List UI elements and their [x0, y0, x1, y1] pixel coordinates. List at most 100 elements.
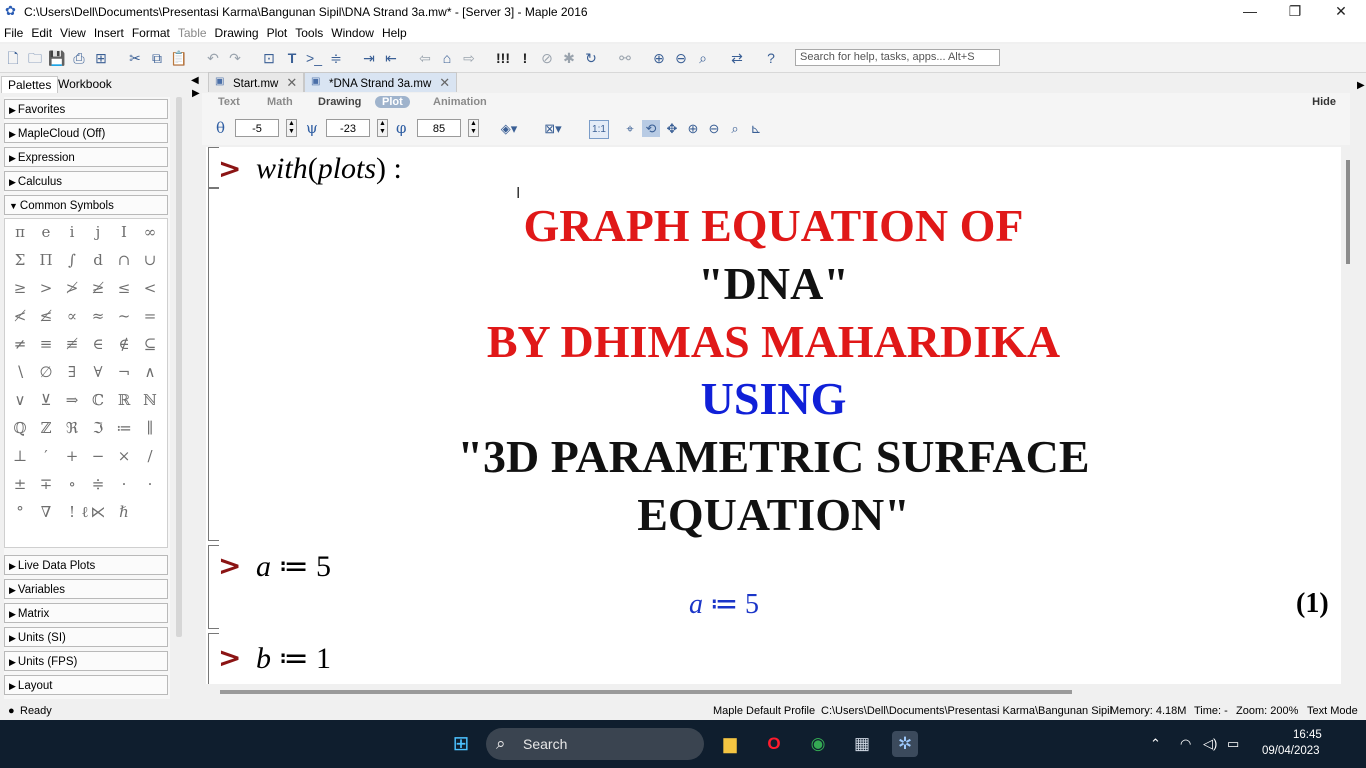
symbol-button[interactable]: ∧ [139, 361, 161, 383]
forward-icon[interactable]: ⇨ [460, 49, 478, 67]
paste-icon[interactable]: 📋 [170, 49, 188, 67]
restart-icon[interactable]: ↻ [582, 49, 600, 67]
symbol-button[interactable]: d [87, 249, 109, 271]
zoom-plot-fit-icon[interactable]: ⌕ [726, 120, 744, 137]
symbol-button[interactable]: = [139, 305, 161, 327]
symbol-button[interactable]: ⊥ [9, 445, 31, 467]
symbol-button[interactable]: ∞ [139, 221, 161, 243]
mode-drawing[interactable]: Drawing [318, 96, 361, 108]
phi-spinner[interactable]: ▲ ▼ [468, 119, 479, 137]
symbol-button[interactable]: ′ [35, 445, 57, 467]
menu-drawing[interactable]: Drawing [211, 24, 263, 40]
collapse-right-icon[interactable]: ▶ [1357, 80, 1365, 91]
symbol-button[interactable]: ℤ [35, 417, 57, 439]
palette-variables[interactable]: ▶ Variables [4, 579, 168, 599]
symbol-button[interactable]: · [113, 473, 135, 495]
mode-text[interactable]: Text [218, 96, 240, 108]
symbol-button[interactable]: ∨ [9, 389, 31, 411]
help-search-input[interactable]: Search for help, tasks, apps... Alt+S [795, 49, 1000, 66]
zoom-plot-in-icon[interactable]: ⊕ [684, 120, 702, 137]
volume-icon[interactable]: ◁) [1203, 736, 1217, 752]
symbol-button[interactable]: I [113, 221, 135, 243]
palette-calculus[interactable]: ▶ Calculus [4, 171, 168, 191]
execute-all-icon[interactable]: !!! [494, 49, 512, 67]
worksheet-document[interactable]: > with(plots) : GRAPH EQUATION OF "DNA" … [206, 147, 1341, 684]
menu-tools[interactable]: Tools [291, 24, 327, 40]
wifi-icon[interactable]: ◠ [1180, 736, 1191, 752]
copy-icon[interactable]: ⧉ [148, 49, 166, 67]
maple-app-icon[interactable]: ✲ [892, 731, 918, 757]
symbol-button[interactable]: ∖ [9, 361, 31, 383]
symbol-button[interactable]: / [139, 445, 161, 467]
symbol-button[interactable]: ℕ [139, 389, 161, 411]
symbol-button[interactable]: ≱ [87, 277, 109, 299]
symbol-button[interactable]: − [87, 445, 109, 467]
execution-group-icon[interactable]: ⊡ [260, 49, 278, 67]
symbol-button[interactable]: Π [35, 249, 57, 271]
menu-view[interactable]: View [56, 24, 90, 40]
command-with-plots[interactable]: with(plots) : [256, 152, 402, 186]
symbol-button[interactable]: ∥ [139, 417, 161, 439]
palette-layout[interactable]: ▶ Layout [4, 675, 168, 695]
symbol-button[interactable]: π [9, 221, 31, 243]
symbol-button[interactable]: ≈ [87, 305, 109, 327]
symbol-button[interactable]: ⊻ [35, 389, 57, 411]
symbol-button[interactable]: ≥ [9, 277, 31, 299]
menu-file[interactable]: File [0, 24, 27, 40]
symbol-button[interactable]: e [35, 221, 57, 243]
symbol-button[interactable]: j [87, 221, 109, 243]
symbol-button[interactable]: ∩ [113, 249, 135, 271]
collapse-arrow-icon[interactable]: ▶ [192, 88, 200, 99]
tab-start[interactable]: ▣ Start.mw ✕ [208, 72, 305, 92]
collapse-left-icon[interactable]: ◀ [191, 75, 199, 86]
symbol-button[interactable]: ℝ [113, 389, 135, 411]
windows-start-icon[interactable]: ⊞ [448, 731, 474, 757]
symbol-button[interactable]: ≔ [113, 417, 135, 439]
palette-matrix[interactable]: ▶ Matrix [4, 603, 168, 623]
command-assign-a[interactable]: a ≔ 5 [256, 549, 331, 584]
palette-units-fps[interactable]: ▶ Units (FPS) [4, 651, 168, 671]
symbol-button[interactable]: ≤ [113, 277, 135, 299]
symbol-button[interactable]: ∇ [35, 501, 57, 523]
menu-window[interactable]: Window [327, 24, 378, 40]
save-icon[interactable]: 💾 [48, 49, 66, 67]
clock-time[interactable]: 16:45 [1293, 729, 1322, 741]
palette-common-symbols[interactable]: ▼ Common Symbols [4, 195, 168, 215]
link-icon[interactable]: ⚯ [616, 49, 634, 67]
document-vertical-scrollbar[interactable] [1346, 160, 1350, 264]
palette-live-data-plots[interactable]: ▶ Live Data Plots [4, 555, 168, 575]
plot-style-icon[interactable]: ◈▾ [500, 120, 518, 137]
app-icon[interactable]: ▦ [849, 731, 875, 757]
axes-style-icon[interactable]: ⊠▾ [544, 120, 562, 137]
palette-expression[interactable]: ▶ Expression [4, 147, 168, 167]
symbol-button[interactable]: ℜ [61, 417, 83, 439]
symbol-button[interactable]: Σ [9, 249, 31, 271]
symbol-button[interactable]: ≡ [35, 333, 57, 355]
tab-workbook[interactable]: Workbook [52, 76, 118, 92]
symbol-button[interactable]: ≯ [61, 277, 83, 299]
symbol-button[interactable]: + [61, 445, 83, 467]
palette-scrollbar[interactable] [176, 97, 182, 637]
symbol-button[interactable]: · [139, 473, 161, 495]
symbol-button[interactable]: ∉ [113, 333, 135, 355]
menu-edit[interactable]: Edit [27, 24, 56, 40]
close-tab-icon[interactable]: ✕ [286, 75, 297, 90]
command-assign-b[interactable]: b ≔ 1 [256, 641, 331, 676]
theta-spinner[interactable]: ▲ ▼ [286, 119, 297, 137]
menu-help[interactable]: Help [378, 24, 411, 40]
symbol-button[interactable]: ∅ [35, 361, 57, 383]
symbol-button[interactable]: ⊆ [139, 333, 161, 355]
zoom-plot-out-icon[interactable]: ⊖ [705, 120, 723, 137]
battery-icon[interactable]: ▭ [1227, 736, 1239, 752]
outdent-icon[interactable]: ⇤ [382, 49, 400, 67]
pan-icon[interactable]: ✥ [663, 120, 681, 137]
menu-format[interactable]: Format [128, 24, 174, 40]
menu-plot[interactable]: Plot [263, 24, 292, 40]
symbol-button[interactable]: ∓ [35, 473, 57, 495]
math-mode-icon[interactable]: >_ [305, 49, 323, 67]
point-probe-icon[interactable]: ⌖ [621, 120, 639, 137]
phi-input[interactable]: 85 [417, 119, 461, 137]
print-icon[interactable]: ⎙ [70, 49, 88, 67]
symbol-button[interactable]: ℓ [74, 501, 96, 523]
menu-insert[interactable]: Insert [90, 24, 128, 40]
